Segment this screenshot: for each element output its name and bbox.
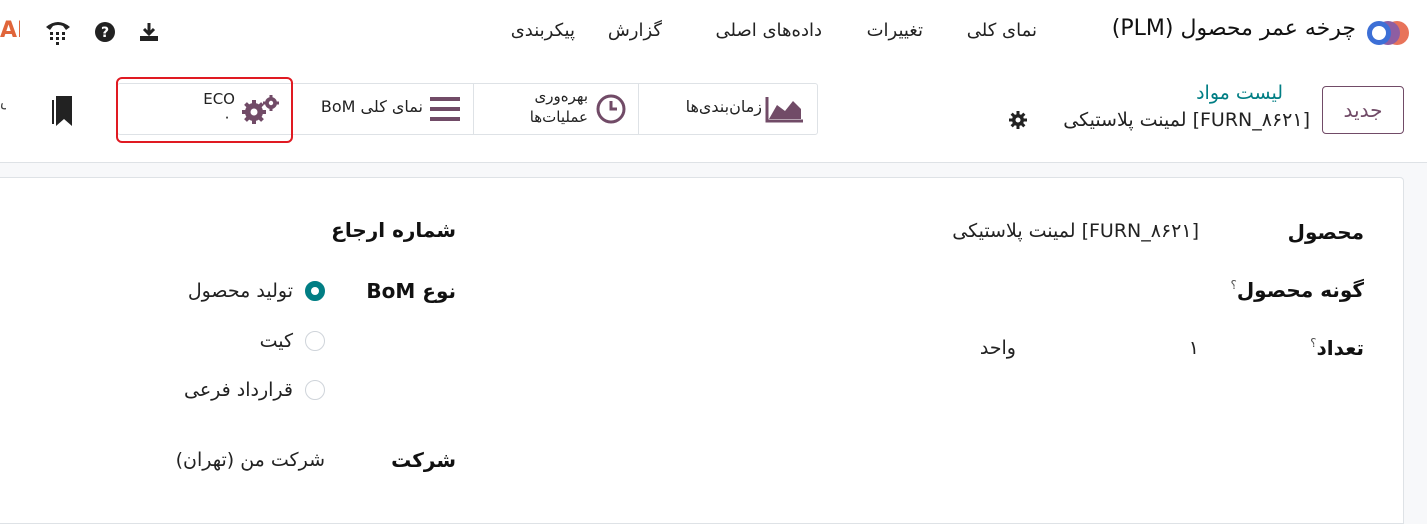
product-variant-label: گونه محصول؟: [1230, 278, 1364, 302]
eco-label: ECO: [203, 90, 235, 108]
breadcrumb-bom-list[interactable]: لیست مواد: [1196, 82, 1283, 104]
app-title[interactable]: چرخه عمر محصول (PLM): [1112, 16, 1356, 41]
uom-field[interactable]: واحد: [980, 337, 1016, 359]
bars-icon: [430, 97, 460, 121]
menu-configuration[interactable]: پیکربندی: [511, 20, 575, 41]
product-field[interactable]: [FURN_۸۶۲۱] لمینت پلاستیکی: [952, 220, 1199, 242]
bom-overview-label: نمای کلی BoM: [320, 97, 423, 116]
menu-master-data[interactable]: داده‌های اصلی: [716, 20, 823, 41]
bom-type-option-kit[interactable]: کیت: [260, 328, 325, 354]
company-label: شرکت: [391, 448, 456, 472]
operations-label-line2: عملیات‌ها: [529, 108, 588, 126]
product-label: محصول: [1287, 220, 1364, 244]
top-navbar: چرخه عمر محصول (PLM) نمای کلی تغییرات دا…: [0, 0, 1427, 66]
radio-button[interactable]: [305, 281, 325, 301]
gears-icon: [242, 95, 279, 124]
svg-text:?: ?: [101, 25, 109, 41]
operations-performance-smart-button[interactable]: بهره‌وری عملیات‌ها: [473, 84, 638, 134]
bom-type-option-subcontracting[interactable]: قرارداد فرعی: [184, 377, 325, 403]
gear-icon[interactable]: [1008, 110, 1028, 130]
eco-count: ۰: [222, 108, 231, 126]
bookmark-icon[interactable]: [52, 96, 74, 126]
truncated-text: س: [0, 92, 6, 110]
radio-button[interactable]: [305, 380, 325, 400]
record-title: [FURN_۸۶۲۱] لمینت پلاستیکی: [1063, 109, 1310, 131]
eco-smart-button[interactable]: ECO ۰: [118, 84, 291, 134]
odoo-logo-icon[interactable]: [1367, 18, 1411, 48]
area-chart-icon: [765, 97, 803, 123]
schedules-smart-button[interactable]: زمان‌بندی‌ها: [638, 84, 818, 134]
menu-changes[interactable]: تغییرات: [867, 20, 923, 41]
download-icon[interactable]: [135, 18, 163, 46]
ai-indicator[interactable]: AI: [0, 18, 20, 43]
bom-type-label: نوع BoM: [366, 279, 456, 303]
smart-buttons: ECO ۰ نمای کلی BoM بهره‌وری عملیات‌ها زم…: [117, 83, 818, 135]
clock-icon: [596, 94, 626, 124]
quantity-field[interactable]: ۱: [1189, 337, 1199, 359]
schedules-label: زمان‌بندی‌ها: [685, 97, 762, 116]
operations-label-line1: بهره‌وری: [534, 87, 588, 105]
reference-label: شماره ارجاع: [331, 218, 456, 242]
company-field[interactable]: شرکت من (تهران): [176, 449, 325, 471]
menu-reporting[interactable]: گزارش: [608, 20, 662, 41]
bom-type-option-manufacture[interactable]: تولید محصول: [188, 278, 325, 304]
bom-overview-smart-button[interactable]: نمای کلی BoM: [291, 84, 473, 134]
radio-button[interactable]: [305, 331, 325, 351]
quantity-label: تعداد؟: [1310, 336, 1364, 360]
phone-icon[interactable]: [44, 18, 72, 46]
menu-overview[interactable]: نمای کلی: [967, 20, 1037, 41]
new-button[interactable]: جدید: [1322, 86, 1404, 134]
help-icon[interactable]: ?: [91, 18, 119, 46]
